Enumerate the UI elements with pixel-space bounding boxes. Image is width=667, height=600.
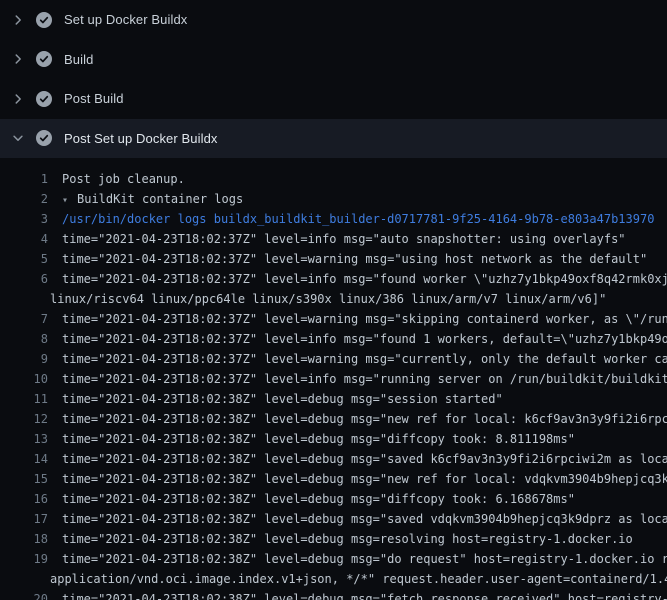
log-line: 11time="2021-04-23T18:02:38Z" level=debu… xyxy=(0,389,667,409)
line-number[interactable]: 4 xyxy=(0,229,48,249)
log-line-continuation: linux/riscv64 linux/ppc64le linux/s390x … xyxy=(0,289,667,309)
step-row-post-build[interactable]: Post Build xyxy=(0,79,667,119)
chevron-right-icon[interactable] xyxy=(10,12,26,28)
line-number[interactable]: 14 xyxy=(0,449,48,469)
log-text: time="2021-04-23T18:02:37Z" level=info m… xyxy=(48,229,626,249)
log-line: 20time="2021-04-23T18:02:38Z" level=debu… xyxy=(0,589,667,600)
chevron-right-icon[interactable] xyxy=(10,91,26,107)
step-row-set-up-docker-buildx[interactable]: Set up Docker Buildx xyxy=(0,0,667,40)
log-line: 9time="2021-04-23T18:02:37Z" level=warni… xyxy=(0,349,667,369)
log-text: time="2021-04-23T18:02:37Z" level=info m… xyxy=(48,269,667,289)
log-text: time="2021-04-23T18:02:37Z" level=info m… xyxy=(48,329,667,349)
line-number[interactable]: 19 xyxy=(0,549,48,569)
line-number[interactable]: 13 xyxy=(0,429,48,449)
log-line: 14time="2021-04-23T18:02:38Z" level=debu… xyxy=(0,449,667,469)
log-line: 5time="2021-04-23T18:02:37Z" level=warni… xyxy=(0,249,667,269)
log-line: 4time="2021-04-23T18:02:37Z" level=info … xyxy=(0,229,667,249)
step-label: Post Set up Docker Buildx xyxy=(64,131,218,146)
log-text: time="2021-04-23T18:02:37Z" level=warnin… xyxy=(48,309,667,329)
log-line: 12time="2021-04-23T18:02:38Z" level=debu… xyxy=(0,409,667,429)
check-circle-icon xyxy=(36,130,52,146)
step-row-build[interactable]: Build xyxy=(0,40,667,80)
log-line: 3/usr/bin/docker logs buildx_buildkit_bu… xyxy=(0,209,667,229)
log-text: time="2021-04-23T18:02:38Z" level=debug … xyxy=(48,449,667,469)
line-number[interactable]: 2 xyxy=(0,189,48,209)
log-text: time="2021-04-23T18:02:37Z" level=info m… xyxy=(48,369,667,389)
line-number[interactable]: 16 xyxy=(0,489,48,509)
log-line: 15time="2021-04-23T18:02:38Z" level=debu… xyxy=(0,469,667,489)
line-number[interactable]: 10 xyxy=(0,369,48,389)
log-line: 17time="2021-04-23T18:02:38Z" level=debu… xyxy=(0,509,667,529)
command-text: /usr/bin/docker logs buildx_buildkit_bui… xyxy=(48,209,654,229)
log-text: time="2021-04-23T18:02:38Z" level=debug … xyxy=(48,489,575,509)
line-number[interactable]: 11 xyxy=(0,389,48,409)
step-row-post-set-up-docker-buildx[interactable]: Post Set up Docker Buildx xyxy=(0,119,667,159)
log-text-wrapped: application/vnd.oci.image.index.v1+json,… xyxy=(48,569,667,589)
line-number[interactable]: 7 xyxy=(0,309,48,329)
line-number-gutter xyxy=(0,289,48,309)
line-number[interactable]: 8 xyxy=(0,329,48,349)
log-line: 7time="2021-04-23T18:02:37Z" level=warni… xyxy=(0,309,667,329)
check-circle-icon xyxy=(36,91,52,107)
log-text: time="2021-04-23T18:02:38Z" level=debug … xyxy=(48,409,667,429)
line-number-gutter xyxy=(0,569,48,589)
line-number[interactable]: 20 xyxy=(0,589,48,600)
check-circle-icon xyxy=(36,51,52,67)
line-number[interactable]: 18 xyxy=(0,529,48,549)
log-text: time="2021-04-23T18:02:38Z" level=debug … xyxy=(48,429,575,449)
log-line: 19time="2021-04-23T18:02:38Z" level=debu… xyxy=(0,549,667,569)
chevron-down-icon[interactable] xyxy=(10,130,26,146)
log-text: time="2021-04-23T18:02:38Z" level=debug … xyxy=(48,469,667,489)
log-text: time="2021-04-23T18:02:37Z" level=warnin… xyxy=(48,349,667,369)
line-number[interactable]: 17 xyxy=(0,509,48,529)
line-number[interactable]: 5 xyxy=(0,249,48,269)
log-line: 10time="2021-04-23T18:02:37Z" level=info… xyxy=(0,369,667,389)
log-line: 8time="2021-04-23T18:02:37Z" level=info … xyxy=(0,329,667,349)
log-line-continuation: application/vnd.oci.image.index.v1+json,… xyxy=(0,569,667,589)
line-number[interactable]: 1 xyxy=(0,169,48,189)
group-title: BuildKit container logs xyxy=(77,192,243,206)
log-text: time="2021-04-23T18:02:38Z" level=debug … xyxy=(48,509,667,529)
log-line: 13time="2021-04-23T18:02:38Z" level=debu… xyxy=(0,429,667,449)
log-text-wrapped: linux/riscv64 linux/ppc64le linux/s390x … xyxy=(48,289,606,309)
log-line: 6time="2021-04-23T18:02:37Z" level=info … xyxy=(0,269,667,289)
log-text: time="2021-04-23T18:02:38Z" level=debug … xyxy=(48,389,503,409)
log-line: 16time="2021-04-23T18:02:38Z" level=debu… xyxy=(0,489,667,509)
line-number[interactable]: 9 xyxy=(0,349,48,369)
actions-log-viewer: Set up Docker Buildx Build Post Build Post … xyxy=(0,0,667,600)
line-number[interactable]: 3 xyxy=(0,209,48,229)
log-line: 18time="2021-04-23T18:02:38Z" level=debu… xyxy=(0,529,667,549)
line-number[interactable]: 12 xyxy=(0,409,48,429)
log-line: 1Post job cleanup. xyxy=(0,169,667,189)
check-circle-icon xyxy=(36,12,52,28)
step-label: Build xyxy=(64,52,93,67)
log-text: ▾BuildKit container logs xyxy=(48,189,243,209)
log-text: time="2021-04-23T18:02:38Z" level=debug … xyxy=(48,529,633,549)
step-label: Set up Docker Buildx xyxy=(64,12,187,27)
log-line: 2▾BuildKit container logs xyxy=(0,189,667,209)
steps-list: Set up Docker Buildx Build Post Build Post … xyxy=(0,0,667,158)
log-text: time="2021-04-23T18:02:38Z" level=debug … xyxy=(48,589,667,600)
step-label: Post Build xyxy=(64,91,124,106)
log-text: time="2021-04-23T18:02:38Z" level=debug … xyxy=(48,549,667,569)
line-number[interactable]: 6 xyxy=(0,269,48,289)
log-text: time="2021-04-23T18:02:37Z" level=warnin… xyxy=(48,249,647,269)
log-text: Post job cleanup. xyxy=(48,169,185,189)
log-area: 1Post job cleanup.2▾BuildKit container l… xyxy=(0,158,667,600)
chevron-right-icon[interactable] xyxy=(10,51,26,67)
triangle-down-icon[interactable]: ▾ xyxy=(62,191,77,209)
line-number[interactable]: 15 xyxy=(0,469,48,489)
